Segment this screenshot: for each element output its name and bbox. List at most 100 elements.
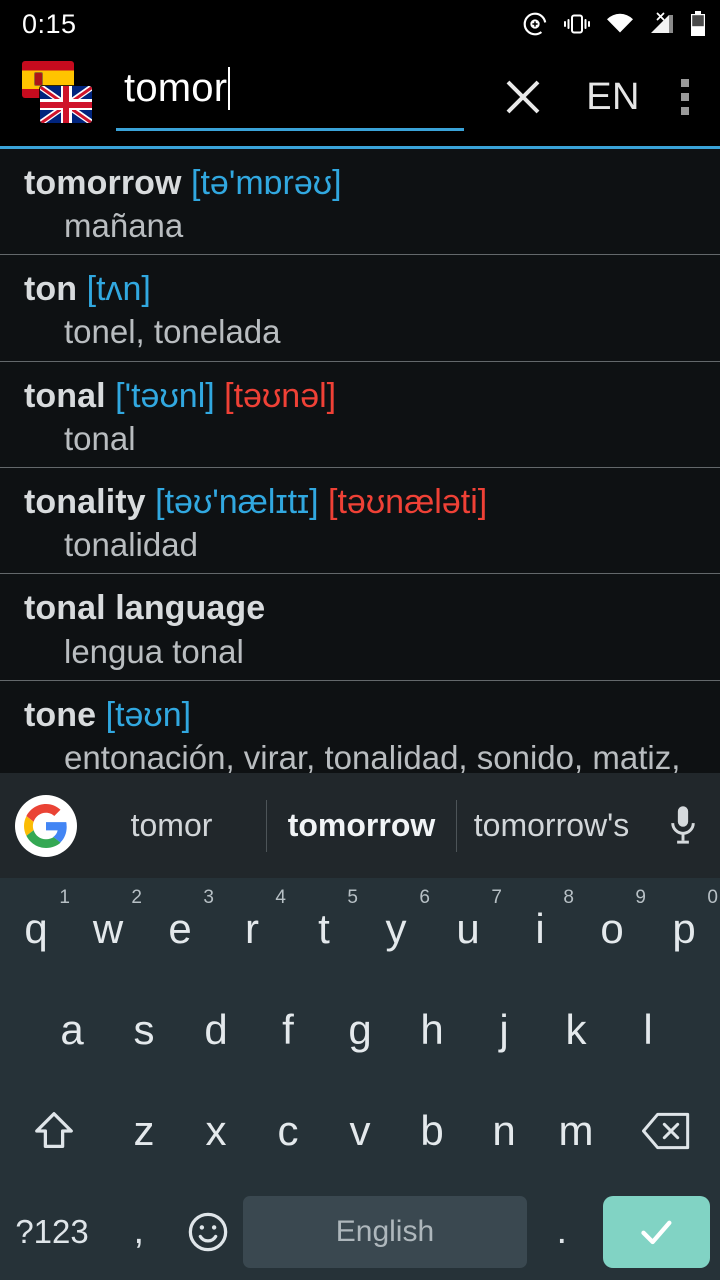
keyboard-row-1: 1q 2w 3e 4r 5t 6y 7u 8i 9o 0p: [0, 878, 720, 979]
space-key[interactable]: English: [242, 1195, 528, 1268]
key-j[interactable]: j: [468, 979, 540, 1080]
key-l[interactable]: l: [612, 979, 684, 1080]
list-item[interactable]: tonal ['təʊnl] [təʊnəl] tonal: [0, 360, 720, 467]
key-k[interactable]: k: [540, 979, 612, 1080]
key-label: c: [277, 1106, 299, 1154]
text-caret: [228, 66, 231, 110]
key-c[interactable]: c: [252, 1080, 324, 1181]
shift-icon: [35, 1111, 73, 1148]
language-pair-flags-button[interactable]: [18, 56, 102, 138]
clear-search-button[interactable]: [484, 58, 562, 136]
entry-headline: tone [təʊn]: [24, 695, 696, 735]
dictionary-results-list[interactable]: tomorrow [tə'mɒrəʊ] mañana ton [tʌn] ton…: [0, 149, 720, 773]
entry-translation: entonación, virar, tonalidad, sonido, ma…: [64, 738, 681, 773]
comma-key[interactable]: ,: [104, 1181, 173, 1280]
key-e[interactable]: 3e: [144, 878, 216, 979]
key-hint: 2: [131, 887, 142, 908]
entry-translation: tonalidad: [64, 526, 198, 564]
on-screen-keyboard[interactable]: 1q 2w 3e 4r 5t 6y 7u 8i 9o 0p a s d f g …: [0, 878, 720, 1280]
search-field-container[interactable]: tomor: [108, 57, 484, 137]
status-icon-group: [522, 11, 706, 37]
check-icon: [641, 1220, 672, 1244]
microphone-icon: [671, 805, 695, 844]
entry-ipa-uk: [tʌn]: [86, 270, 151, 309]
key-x[interactable]: x: [180, 1080, 252, 1181]
shift-key[interactable]: [0, 1080, 108, 1181]
key-label: l: [643, 1005, 653, 1053]
entry-headline: tonality [təʊ'nælɪtɪ] [təʊnæləti]: [24, 482, 696, 522]
key-label: e: [168, 904, 192, 952]
suggestion-item[interactable]: tomorrow: [267, 807, 456, 844]
app-screen: 0:15 tomor EN tomorrow [tə'mɒrəʊ] mañana…: [0, 0, 720, 1280]
key-hint: 0: [707, 887, 718, 908]
keyboard-row-3: z x c v b n m: [0, 1080, 720, 1181]
wifi-icon: [607, 13, 633, 33]
key-label: d: [204, 1005, 228, 1053]
key-hint: 3: [203, 887, 214, 908]
key-y[interactable]: 6y: [360, 878, 432, 979]
key-s[interactable]: s: [108, 979, 180, 1080]
key-f[interactable]: f: [252, 979, 324, 1080]
key-z[interactable]: z: [108, 1080, 180, 1181]
google-logo-icon[interactable]: [15, 794, 77, 857]
key-label: j: [499, 1005, 509, 1053]
key-t[interactable]: 5t: [288, 878, 360, 979]
entry-term: tomorrow: [24, 164, 182, 202]
backspace-key[interactable]: [612, 1080, 720, 1181]
key-label: v: [349, 1106, 371, 1154]
entry-headline: tomorrow [tə'mɒrəʊ]: [24, 163, 696, 203]
list-item[interactable]: ton [tʌn] tonel, tonelada: [0, 254, 720, 360]
entry-term: ton: [24, 270, 78, 309]
suggestion-item[interactable]: tomor: [77, 807, 266, 844]
key-hint: 5: [347, 887, 358, 908]
key-r[interactable]: 4r: [216, 878, 288, 979]
key-label: s: [133, 1005, 155, 1053]
suggestion-item[interactable]: tomorrow's: [457, 807, 646, 844]
list-item[interactable]: tomorrow [tə'mɒrəʊ] mañana: [0, 149, 720, 254]
enter-key[interactable]: [602, 1195, 710, 1268]
key-q[interactable]: 1q: [0, 878, 72, 979]
emoji-key[interactable]: [173, 1181, 242, 1280]
period-key[interactable]: .: [527, 1181, 596, 1280]
key-w[interactable]: 2w: [72, 878, 144, 979]
entry-ipa-uk: [tə'mɒrəʊ]: [191, 164, 342, 202]
key-n[interactable]: n: [468, 1080, 540, 1181]
key-a[interactable]: a: [36, 979, 108, 1080]
entry-term: tonality: [24, 483, 146, 522]
overflow-dot-icon: [681, 107, 689, 115]
entry-translation: mañana: [64, 207, 184, 245]
key-g[interactable]: g: [324, 979, 396, 1080]
list-item[interactable]: tone [təʊn] entonación, virar, tonalidad…: [0, 679, 720, 773]
symbols-key[interactable]: ?123: [0, 1181, 104, 1280]
entry-translation: tonel, tonelada: [64, 313, 281, 351]
entry-translation: lengua tonal: [64, 632, 244, 670]
key-label: w: [92, 904, 124, 952]
key-label: h: [420, 1005, 444, 1053]
backspace-icon: [642, 1112, 690, 1149]
key-i[interactable]: 8i: [504, 878, 576, 979]
key-label: a: [60, 1005, 84, 1053]
key-b[interactable]: b: [396, 1080, 468, 1181]
key-u[interactable]: 7u: [432, 878, 504, 979]
key-v[interactable]: v: [324, 1080, 396, 1181]
key-m[interactable]: m: [540, 1080, 612, 1181]
key-d[interactable]: d: [180, 979, 252, 1080]
key-o[interactable]: 9o: [576, 878, 648, 979]
battery-icon: [691, 11, 705, 36]
key-label: g: [348, 1005, 372, 1053]
keyboard-row-4: ?123 , English .: [0, 1181, 720, 1280]
emoji-icon: [188, 1212, 228, 1251]
entry-ipa-uk: ['təʊnl]: [115, 376, 215, 415]
key-label: i: [535, 904, 545, 952]
key-p[interactable]: 0p: [648, 878, 720, 979]
overflow-menu-button[interactable]: [656, 58, 714, 136]
key-h[interactable]: h: [396, 979, 468, 1080]
search-input[interactable]: tomor: [108, 68, 227, 108]
microphone-button[interactable]: [646, 804, 720, 848]
language-toggle-button[interactable]: EN: [570, 76, 656, 119]
key-hint: 8: [563, 887, 574, 908]
list-item[interactable]: tonal language lengua tonal: [0, 573, 720, 679]
list-item[interactable]: tonality [təʊ'nælɪtɪ] [təʊnæləti] tonali…: [0, 467, 720, 573]
key-label: b: [420, 1106, 444, 1154]
key-label: f: [282, 1005, 294, 1053]
